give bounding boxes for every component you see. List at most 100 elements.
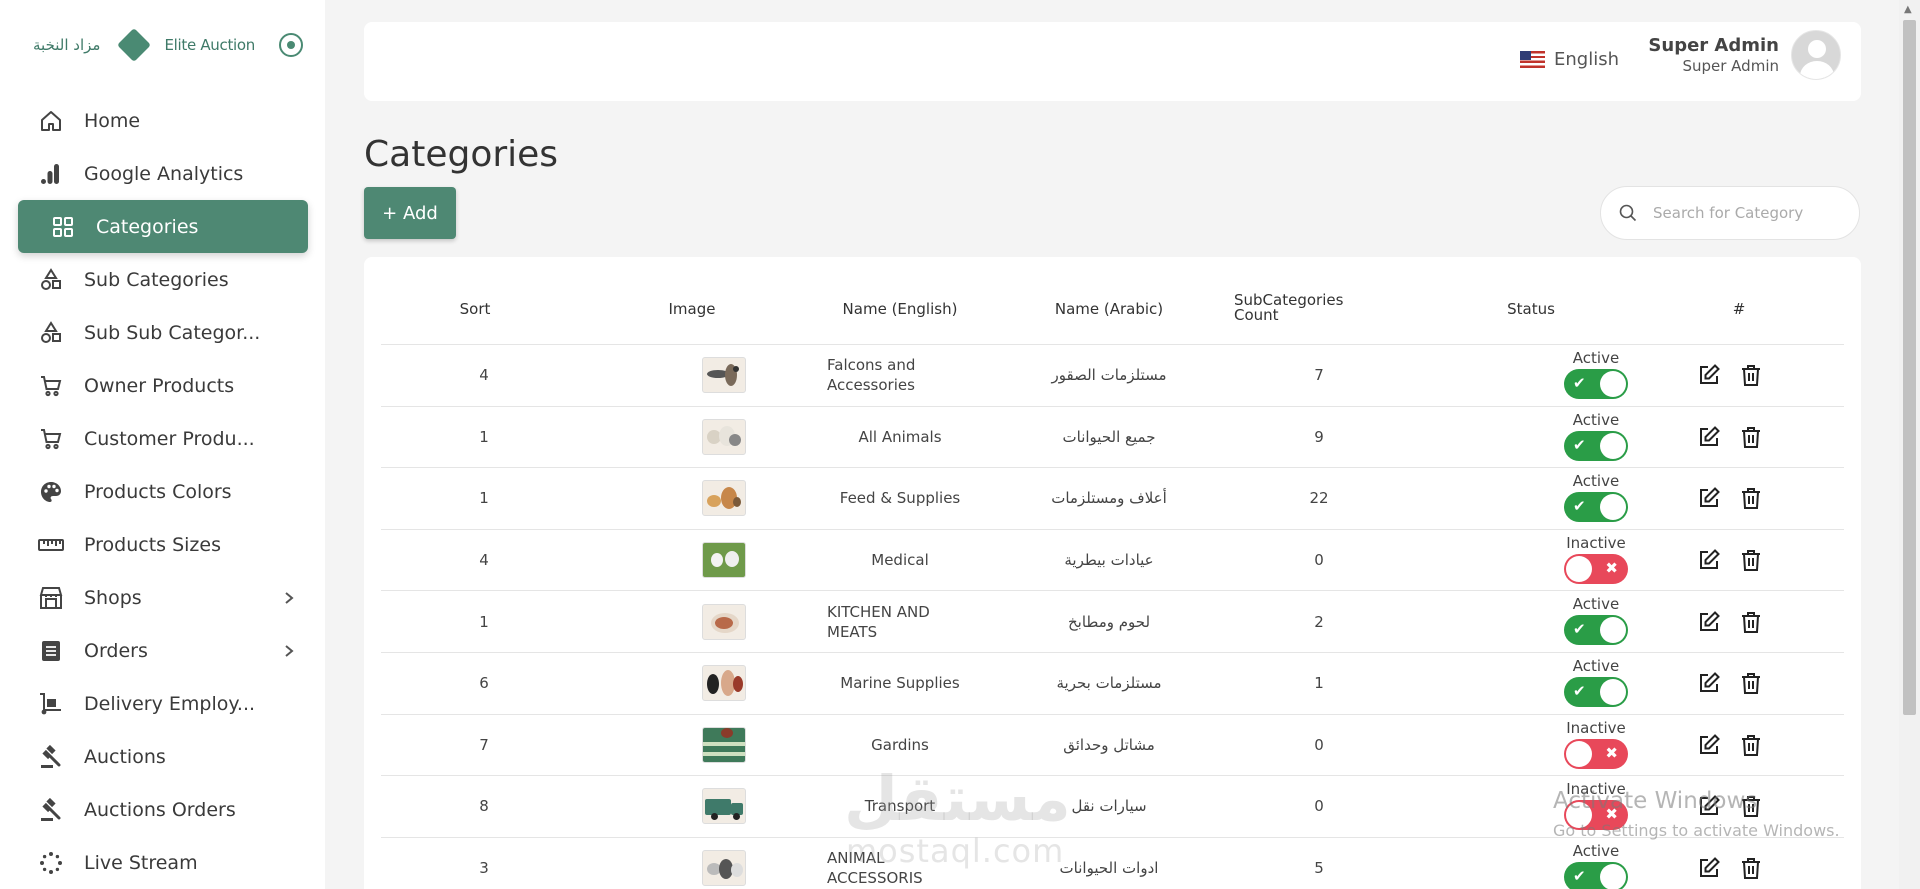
sidebar-item-sub-sub-categor[interactable]: Sub Sub Categor... — [18, 306, 308, 359]
scroll-up-icon[interactable]: ▲ — [1904, 4, 1912, 15]
toggle-knob — [1566, 555, 1592, 582]
table-row: 1 KITCHEN AND MEATS لحوم ومطابخ 2 Active… — [381, 591, 1844, 653]
row-subcategories-count: 7 — [1314, 366, 1324, 385]
column-count-line2: Count — [1234, 306, 1279, 324]
edit-icon[interactable] — [1697, 425, 1721, 449]
page-scrollbar[interactable]: ▲ — [1899, 0, 1920, 889]
edit-icon[interactable] — [1697, 856, 1721, 880]
sidebar-item-label: Categories — [96, 215, 199, 238]
x-icon: ✖ — [1605, 743, 1618, 762]
category-image — [702, 357, 746, 394]
avatar[interactable] — [1791, 30, 1841, 80]
row-subcategories-count: 1 — [1314, 674, 1324, 693]
toggle-knob — [1600, 494, 1626, 521]
delete-icon[interactable] — [1739, 733, 1763, 757]
gavel-icon — [38, 797, 64, 823]
status-toggle[interactable]: ✔ — [1564, 676, 1628, 707]
sidebar-item-categories[interactable]: Categories — [18, 200, 308, 253]
row-name-arabic: جميع الحيوانات — [1062, 427, 1156, 446]
palette-icon — [38, 479, 64, 505]
search-box[interactable] — [1600, 186, 1860, 240]
column-name-english[interactable]: Name (English) — [843, 300, 958, 318]
status-toggle[interactable]: ✔ — [1564, 369, 1628, 399]
scroll-thumb[interactable] — [1903, 20, 1916, 715]
edit-icon[interactable] — [1697, 486, 1721, 510]
sidebar-item-products-sizes[interactable]: Products Sizes — [18, 518, 308, 571]
sidebar-item-orders[interactable]: Orders — [18, 624, 308, 677]
activate-windows-title: Activate Windows — [1553, 788, 1758, 814]
list-icon — [38, 638, 64, 664]
row-subcategories-count: 0 — [1314, 551, 1324, 570]
delete-icon[interactable] — [1739, 671, 1763, 695]
delete-icon[interactable] — [1739, 610, 1763, 634]
status-label: Active — [1572, 656, 1620, 675]
sidebar-item-owner-products[interactable]: Owner Products — [18, 359, 308, 412]
row-actions — [1697, 671, 1763, 695]
sidebar-item-shops[interactable]: Shops — [18, 571, 308, 624]
sidebar-item-google-analytics[interactable]: Google Analytics — [18, 147, 308, 200]
status-toggle[interactable]: ✔ — [1564, 615, 1628, 646]
user-menu[interactable]: Super Admin Super Admin — [1648, 30, 1841, 80]
sidebar-item-label: Live Stream — [84, 851, 198, 874]
sidebar-item-home[interactable]: Home — [18, 94, 308, 147]
sidebar-item-sub-categories[interactable]: Sub Categories — [18, 253, 308, 306]
sidebar-item-label: Products Sizes — [84, 533, 221, 556]
delete-icon[interactable] — [1739, 425, 1763, 449]
language-selector[interactable]: English — [1520, 49, 1619, 70]
row-name-arabic: لحوم ومطابخ — [1067, 612, 1151, 631]
delete-icon[interactable] — [1739, 486, 1763, 510]
add-category-button[interactable]: + Add — [364, 187, 456, 239]
row-subcategories-count: 2 — [1314, 612, 1324, 631]
edit-icon[interactable] — [1697, 671, 1721, 695]
delete-icon[interactable] — [1739, 856, 1763, 880]
sidebar-item-delivery-employ[interactable]: Delivery Employ... — [18, 677, 308, 730]
column-sort[interactable]: Sort — [460, 300, 491, 318]
status-toggle[interactable]: ✖ — [1564, 553, 1628, 584]
check-icon: ✔ — [1573, 620, 1586, 639]
shapes-icon — [38, 267, 64, 293]
row-name-english: Marine Supplies — [840, 674, 960, 693]
watermark-logo: مستقل — [844, 762, 1071, 835]
shop-icon — [38, 585, 64, 611]
edit-icon[interactable] — [1697, 733, 1721, 757]
status-toggle[interactable]: ✔ — [1564, 492, 1628, 523]
brand-logo[interactable]: مزاد النخبة Elite Auction — [33, 28, 308, 62]
column-name-arabic[interactable]: Name (Arabic) — [1055, 300, 1163, 318]
sidebar-item-customer-produ[interactable]: Customer Produ... — [18, 412, 308, 465]
row-name-english: Medical — [871, 551, 929, 570]
delete-icon[interactable] — [1739, 363, 1763, 387]
status-cell: Active ✔ — [1556, 472, 1636, 523]
sidebar-item-auctions[interactable]: Auctions — [18, 730, 308, 783]
edit-icon[interactable] — [1697, 363, 1721, 387]
status-toggle[interactable]: ✔ — [1564, 430, 1628, 461]
language-label: English — [1554, 49, 1619, 70]
sidebar-item-label: Auctions — [84, 745, 166, 768]
delete-icon[interactable] — [1739, 548, 1763, 572]
row-sort: 1 — [479, 427, 489, 446]
status-toggle[interactable]: ✔ — [1564, 861, 1628, 889]
status-toggle[interactable]: ✖ — [1564, 738, 1628, 769]
activate-windows-subtitle: Go to Settings to activate Windows. — [1553, 821, 1840, 840]
row-name-english: KITCHEN AND MEATS — [827, 602, 930, 641]
edit-icon[interactable] — [1697, 548, 1721, 572]
row-name-arabic: أعلاف ومستلزمات — [1051, 489, 1167, 508]
check-icon: ✔ — [1573, 681, 1586, 700]
sidebar-toggle-icon[interactable] — [279, 33, 303, 57]
row-sort: 4 — [479, 366, 489, 385]
category-image — [702, 542, 746, 579]
check-icon: ✔ — [1573, 435, 1586, 454]
row-name-arabic: عيادات بيطرية — [1064, 551, 1154, 570]
top-bar: English Super Admin Super Admin — [364, 22, 1861, 101]
category-image — [702, 665, 746, 702]
row-actions — [1697, 425, 1763, 449]
edit-icon[interactable] — [1697, 610, 1721, 634]
row-name-english: Feed & Supplies — [839, 489, 961, 508]
analytics-icon — [38, 161, 64, 187]
sidebar-item-auctions-orders[interactable]: Auctions Orders — [18, 783, 308, 836]
column-subcategories-count[interactable]: SubCategories Count — [1234, 293, 1354, 323]
search-input[interactable] — [1653, 204, 1843, 222]
sidebar-item-products-colors[interactable]: Products Colors — [18, 465, 308, 518]
sidebar-item-live-stream[interactable]: Live Stream — [18, 836, 308, 889]
row-name-arabic: مستلزمات الصقور — [1051, 366, 1167, 385]
cart-icon — [38, 373, 64, 399]
